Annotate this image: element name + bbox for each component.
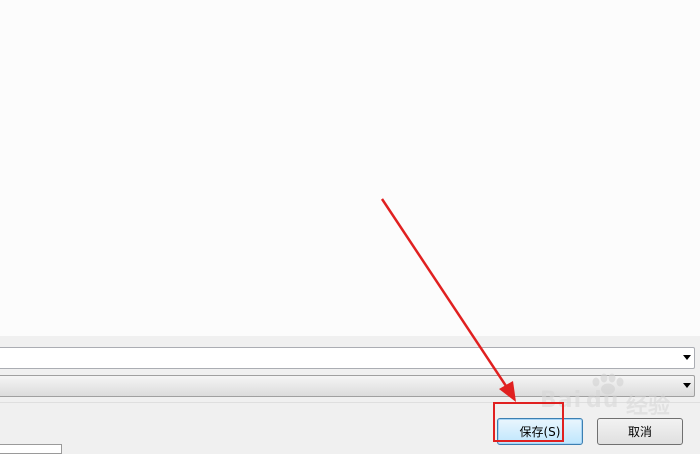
annotation-highlight-box: [493, 402, 564, 442]
hide-folders-tab[interactable]: [0, 444, 62, 454]
watermark-brand-cn: 经验: [626, 394, 671, 419]
file-list-area[interactable]: [0, 0, 700, 336]
cancel-button[interactable]: 取消: [597, 418, 683, 445]
filename-combobox[interactable]: [0, 347, 695, 369]
chevron-down-icon[interactable]: [683, 355, 691, 360]
watermark-brand-du: du: [586, 388, 620, 413]
